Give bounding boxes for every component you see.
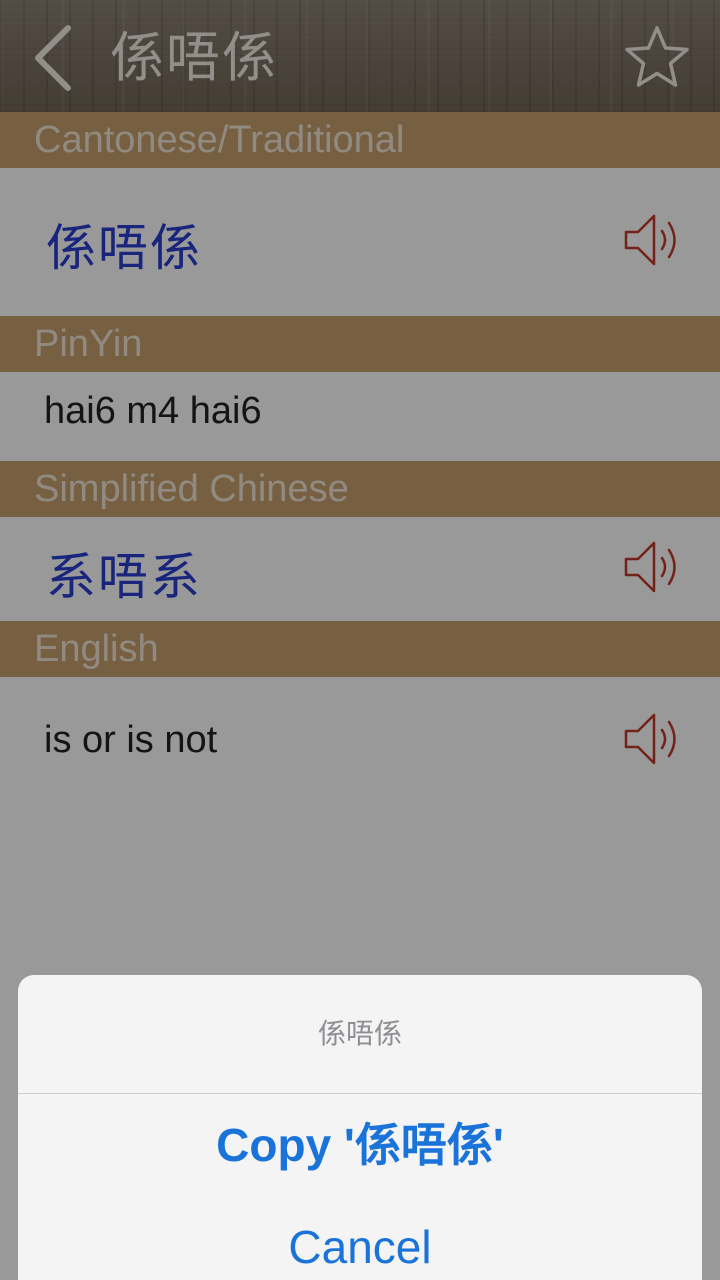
action-sheet: 係唔係 Copy '係唔係' Cancel [18,975,702,1280]
cancel-button[interactable]: Cancel [18,1197,702,1280]
app-screen: 係唔係 Cantonese/Traditional 係唔係 PinYin hai… [0,0,720,1280]
action-sheet-divider [18,1093,702,1094]
copy-button[interactable]: Copy '係唔係' [18,1095,702,1195]
action-sheet-title: 係唔係 [317,1017,402,1050]
